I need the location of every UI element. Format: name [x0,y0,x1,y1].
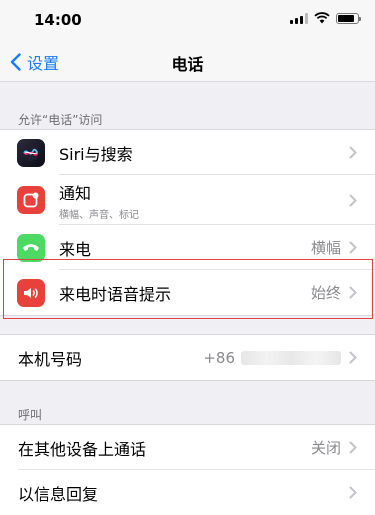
chevron-right-icon [349,241,357,254]
chevron-right-icon [349,286,357,299]
notifications-row[interactable]: 通知 横幅、声音、标记 [0,175,375,225]
siri-search-label: Siri与搜索 [59,144,133,164]
incoming-call-row[interactable]: 来电 横幅 [0,225,375,270]
my-number-group: 本机号码 +86 [0,334,375,381]
respond-with-text-label: 以信息回复 [18,484,99,504]
chevron-right-icon [349,441,357,454]
respond-with-text-row[interactable]: 以信息回复 [0,470,375,515]
page-title: 电话 [171,55,204,74]
siri-search-row[interactable]: Siri与搜索 [0,130,375,175]
calls-on-other-devices-label: 在其他设备上通话 [18,439,147,459]
incoming-call-label: 来电 [59,239,92,259]
incoming-call-value: 横幅 [310,239,341,257]
announce-calls-label: 来电时语音提示 [59,284,172,304]
chevron-right-icon [349,194,357,206]
chevron-right-icon [349,486,357,499]
blurred-number [241,351,341,365]
chevron-right-icon [349,351,357,364]
status-bar: 14:00 [0,0,375,42]
notifications-label: 通知 [59,183,92,203]
announce-calls-row[interactable]: 来电时语音提示 始终 [0,270,375,315]
section-header-access: 允许“电话”访问 [18,113,103,127]
chevron-right-icon [349,146,357,159]
my-number-value: +86 [203,349,341,367]
notifications-sublabel: 横幅、声音、标记 [59,209,139,221]
my-number-label: 本机号码 [18,349,83,369]
phone-icon [17,233,45,262]
calling-group: 在其他设备上通话 关闭 以信息回复 [0,424,375,515]
calls-on-other-devices-value: 关闭 [310,439,341,457]
notification-icon [17,186,45,214]
wifi-icon [314,12,330,24]
status-time: 14:00 [34,11,82,29]
siri-icon [17,138,45,167]
cellular-signal-icon [290,12,308,24]
my-number-row[interactable]: 本机号码 +86 [0,335,375,380]
access-group: Siri与搜索 通知 横幅、声音、标记 来电 横幅 来电时语音提示 始终 [0,129,375,316]
my-number-prefix: +86 [203,348,235,367]
announce-calls-value: 始终 [310,284,341,302]
section-header-calling: 呼叫 [18,408,43,422]
battery-icon [336,12,361,24]
navigation-bar: 设置 电话 [0,42,375,82]
speaker-icon [17,278,45,307]
status-icons [290,12,361,24]
calls-on-other-devices-row[interactable]: 在其他设备上通话 关闭 [0,425,375,470]
